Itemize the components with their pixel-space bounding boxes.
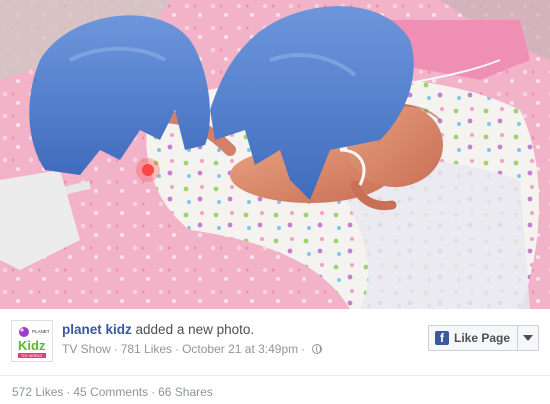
stats-divider	[0, 375, 550, 376]
globe-icon	[312, 344, 323, 354]
comments-count-link[interactable]: 45 Comments	[73, 385, 148, 399]
page-avatar[interactable]: PLANET Kidz TOY WORLD	[11, 320, 53, 362]
like-page-label: Like Page	[454, 331, 511, 345]
logo-bottom-text: TOY WORLD	[21, 354, 43, 358]
planet-kidz-logo: PLANET Kidz TOY WORLD	[12, 321, 52, 361]
facebook-f-icon: f	[435, 331, 449, 345]
post-subline: TV Show · 781 Likes · October 21 at 3:49pm ·	[62, 342, 323, 356]
like-page-main[interactable]: f Like Page	[429, 326, 517, 350]
shares-count-link[interactable]: 66 Shares	[158, 385, 213, 399]
chevron-down-icon	[523, 335, 534, 341]
post-header: planet kidz added a new photo.	[62, 322, 254, 337]
post-photo[interactable]	[0, 0, 550, 309]
likes-count-link[interactable]: 572 Likes	[12, 385, 63, 399]
page-likes-count: 781 Likes	[120, 342, 173, 356]
post-action-text: added a new photo.	[135, 322, 255, 337]
like-page-button[interactable]: f Like Page	[428, 325, 540, 351]
logo-main-text: Kidz	[18, 338, 46, 353]
post-timestamp-link[interactable]: October 21 at 3:49pm	[182, 342, 298, 356]
post-stats: 572 Likes · 45 Comments · 66 Shares	[12, 385, 213, 399]
page-category: TV Show	[62, 342, 111, 356]
author-name-link[interactable]: planet kidz	[62, 322, 132, 337]
logo-top-text: PLANET	[32, 329, 50, 334]
newborn-photo-illustration	[0, 0, 550, 309]
like-page-dropdown[interactable]	[517, 326, 538, 350]
